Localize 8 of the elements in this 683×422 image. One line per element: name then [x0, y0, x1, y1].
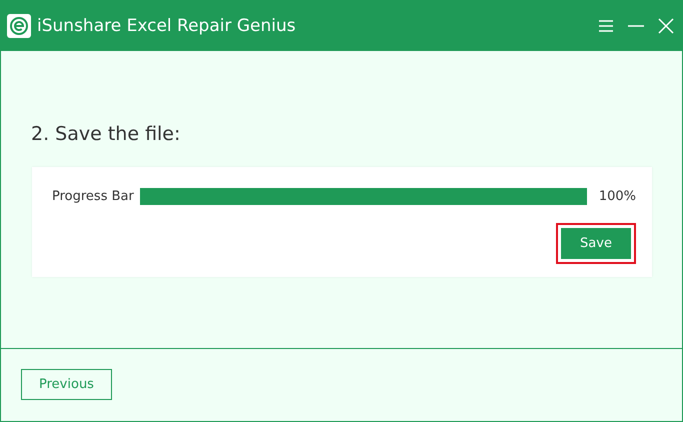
close-icon[interactable]: [656, 16, 676, 36]
progress-label: Progress Bar: [52, 189, 134, 204]
progress-reading: 100%: [598, 189, 636, 204]
window-title: iSunshare Excel Repair Genius: [37, 16, 297, 36]
step-heading: 2. Save the file:: [31, 123, 182, 145]
logo-icon: [7, 14, 31, 38]
save-button[interactable]: Save: [561, 228, 631, 259]
previous-button[interactable]: Previous: [21, 369, 112, 400]
